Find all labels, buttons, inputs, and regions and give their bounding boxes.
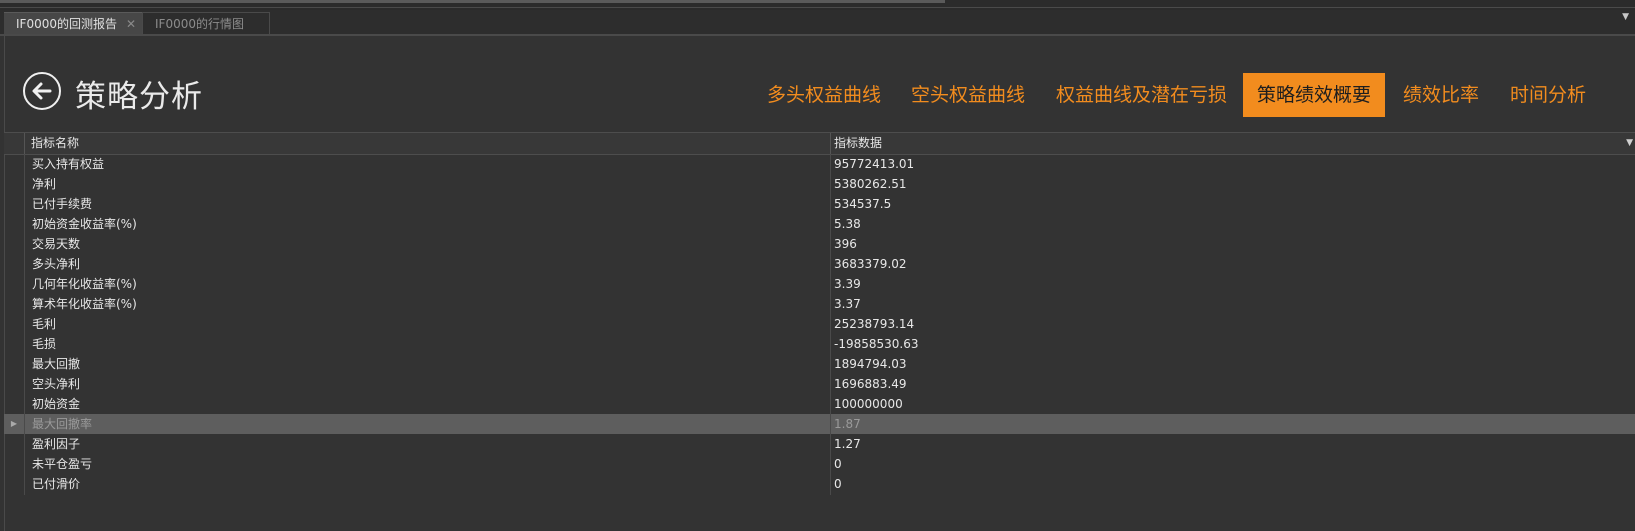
page-title: 策略分析 <box>75 79 203 115</box>
row-header-cell <box>4 454 24 474</box>
top-progress-strip <box>0 0 945 3</box>
table-row[interactable]: 多头净利 3683379.02 <box>4 254 1635 274</box>
metric-value-cell: 3683379.02 <box>834 257 907 271</box>
table-row[interactable]: 净利 5380262.51 <box>4 174 1635 194</box>
table-row[interactable]: 初始资金收益率(%) 5.38 <box>4 214 1635 234</box>
row-header-cell <box>4 254 24 274</box>
table-row[interactable]: 盈利因子 1.27 <box>4 434 1635 454</box>
metric-value-cell: 3.39 <box>834 277 861 291</box>
row-header-cell <box>4 154 24 174</box>
column-separator <box>830 154 831 495</box>
metric-value-cell: 100000000 <box>834 397 903 411</box>
table-row[interactable]: 算术年化收益率(%) 3.37 <box>4 294 1635 314</box>
metric-value-cell: 1696883.49 <box>834 377 907 391</box>
tab-label: IF0000的行情图 <box>155 17 244 31</box>
top-divider <box>0 7 1635 8</box>
table-row[interactable]: 毛利 25238793.14 <box>4 314 1635 334</box>
nav-time-analysis[interactable]: 时间分析 <box>1510 73 1586 117</box>
row-header-cell <box>4 194 24 214</box>
table-row[interactable]: 最大回撤 1894794.03 <box>4 354 1635 374</box>
table-row[interactable]: 交易天数 396 <box>4 234 1635 254</box>
column-separator <box>24 154 25 495</box>
metric-name-cell: 最大回撤 <box>32 357 81 371</box>
metric-name-cell: 算术年化收益率(%) <box>32 297 137 311</box>
row-header-cell <box>4 174 24 194</box>
metric-name-cell: 毛损 <box>32 337 57 351</box>
column-header-metric-value[interactable]: 指标数据 <box>830 133 882 154</box>
metric-name-cell: 最大回撤率 <box>32 417 93 431</box>
metric-value-cell: 3.37 <box>834 297 861 311</box>
row-header-cell <box>4 354 24 374</box>
metric-value-cell: 0 <box>834 457 842 471</box>
metric-name-cell: 几何年化收益率(%) <box>32 277 137 291</box>
metric-value-cell: 1.87 <box>834 417 861 431</box>
table-row[interactable]: 毛损 -19858530.63 <box>4 334 1635 354</box>
metric-value-cell: 25238793.14 <box>834 317 915 331</box>
metric-value-cell: 396 <box>834 237 857 251</box>
row-header-cell <box>4 294 24 314</box>
tab-market-chart[interactable]: IF0000的行情图 <box>142 12 270 34</box>
metric-name-cell: 未平仓盈亏 <box>32 457 93 471</box>
document-tab-bar: IF0000的回测报告 ✕ IF0000的行情图 ▼ <box>0 10 1635 36</box>
row-header-cell <box>4 394 24 414</box>
metric-name-cell: 初始资金收益率(%) <box>32 217 137 231</box>
tab-label: IF0000的回测报告 <box>16 17 117 31</box>
row-header-cell <box>4 234 24 254</box>
tab-list-dropdown-icon[interactable]: ▼ <box>1622 12 1629 22</box>
back-arrow-icon <box>32 82 52 100</box>
nav-long-equity-curve[interactable]: 多头权益曲线 <box>767 73 881 117</box>
table-row[interactable]: 初始资金 100000000 <box>4 394 1635 414</box>
metric-name-cell: 已付滑价 <box>32 477 81 491</box>
row-header-cell <box>4 214 24 234</box>
table-row[interactable]: 未平仓盈亏 0 <box>4 454 1635 474</box>
caret-down-icon[interactable]: ▼ <box>1626 133 1633 154</box>
table-row[interactable]: 已付手续费 534537.5 <box>4 194 1635 214</box>
table-row[interactable]: 买入持有权益 95772413.01 <box>4 154 1635 174</box>
nav-short-equity-curve[interactable]: 空头权益曲线 <box>911 73 1025 117</box>
window-top-bar <box>0 0 1635 10</box>
back-button[interactable] <box>23 72 61 110</box>
table-row[interactable]: 已付滑价 0 <box>4 474 1635 494</box>
nav-strategy-performance-summary[interactable]: 策略绩效概要 <box>1243 73 1386 117</box>
metric-name-cell: 初始资金 <box>32 397 81 411</box>
row-header-cell <box>4 314 24 334</box>
metric-name-cell: 空头净利 <box>32 377 81 391</box>
metric-value-cell: -19858530.63 <box>834 337 919 351</box>
table-row[interactable]: 空头净利 1696883.49 <box>4 374 1635 394</box>
metric-name-cell: 多头净利 <box>32 257 81 271</box>
metric-name-cell: 毛利 <box>32 317 57 331</box>
row-header-cell <box>4 334 24 354</box>
metric-name-cell: 净利 <box>32 177 57 191</box>
metric-name-cell: 盈利因子 <box>32 437 81 451</box>
metric-name-cell: 交易天数 <box>32 237 81 251</box>
metric-name-cell: 买入持有权益 <box>32 157 105 171</box>
nav-performance-ratios[interactable]: 绩效比率 <box>1403 73 1479 117</box>
close-icon[interactable]: ✕ <box>126 13 136 35</box>
column-header-metric-name[interactable]: 指标名称 <box>28 133 79 154</box>
table-header: 指标名称 指标数据 ▼ <box>4 132 1635 155</box>
metric-value-cell: 95772413.01 <box>834 157 915 171</box>
row-header-cell <box>4 474 24 494</box>
row-header-cell <box>4 434 24 454</box>
metric-value-cell: 534537.5 <box>834 197 892 211</box>
metric-value-cell: 5380262.51 <box>834 177 907 191</box>
tab-backtest-report[interactable]: IF0000的回测报告 ✕ <box>4 12 142 34</box>
metric-value-cell: 0 <box>834 477 842 491</box>
row-header-cell <box>4 274 24 294</box>
nav-equity-curve-drawdown[interactable]: 权益曲线及潜在亏损 <box>1056 73 1227 117</box>
table-row[interactable]: 几何年化收益率(%) 3.39 <box>4 274 1635 294</box>
row-header-cell <box>4 374 24 394</box>
metric-value-cell: 5.38 <box>834 217 861 231</box>
column-separator <box>24 133 25 154</box>
metric-name-cell: 已付手续费 <box>32 197 93 211</box>
row-indicator-icon: ▶ <box>10 419 18 428</box>
table-row[interactable]: ▶ 最大回撤率 1.87 <box>4 414 1635 434</box>
metric-value-cell: 1.27 <box>834 437 861 451</box>
metric-value-cell: 1894794.03 <box>834 357 907 371</box>
